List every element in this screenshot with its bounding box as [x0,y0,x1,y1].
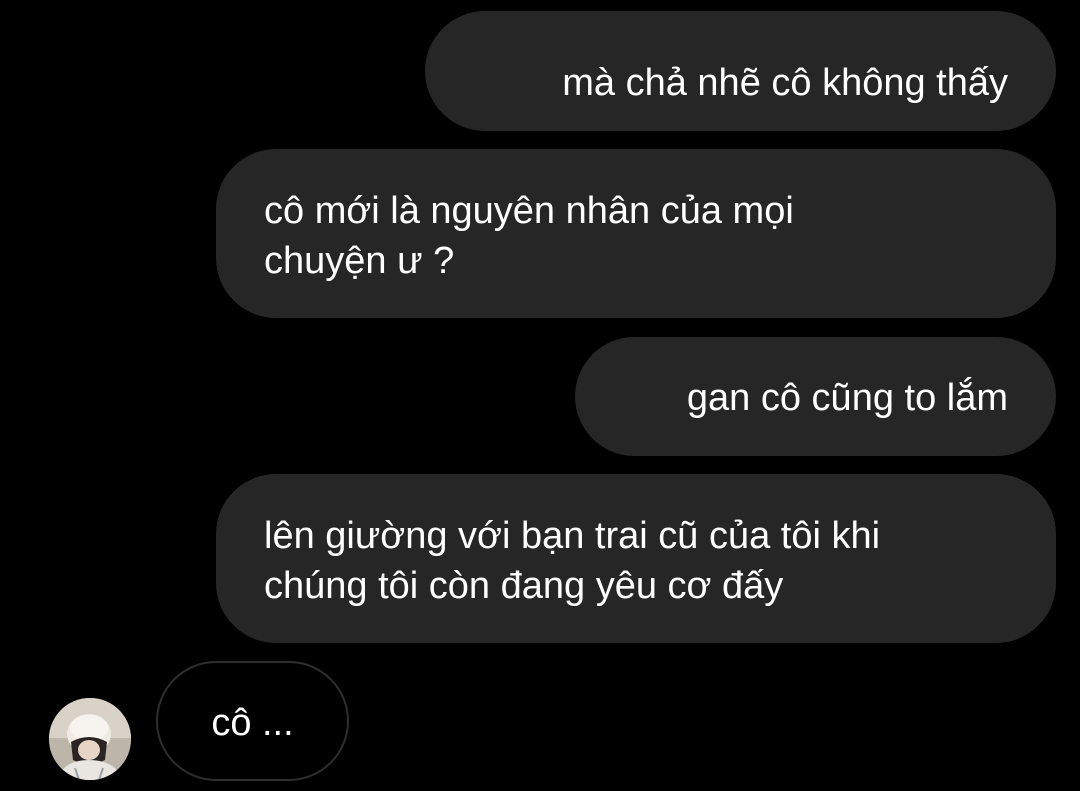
message-text-line: chuyện ư ? [264,240,455,282]
message-text-line: cô mới là nguyên nhân của mọi [264,190,794,232]
message-bubble[interactable]: lên giường với bạn trai cũ của tôi khi c… [216,474,1056,643]
message-text: gan cô cũng to lắm [686,377,1008,419]
avatar[interactable] [49,698,131,780]
message-text: mà chả nhẽ cô không thấy [562,62,1008,104]
message-bubble-outlined[interactable]: cô ... [156,661,349,781]
message-bubble[interactable]: mà chả nhẽ cô không thấy [425,11,1056,131]
message-bubble[interactable]: gan cô cũng to lắm [575,337,1056,456]
profile-photo-icon [49,698,131,780]
message-text-line: lên giường với bạn trai cũ của tôi khi [264,515,881,557]
message-text-line: chúng tôi còn đang yêu cơ đấy [264,565,784,607]
message-bubble[interactable]: cô mới là nguyên nhân của mọi chuyện ư ? [216,149,1056,318]
message-text: cô ... [211,702,294,744]
